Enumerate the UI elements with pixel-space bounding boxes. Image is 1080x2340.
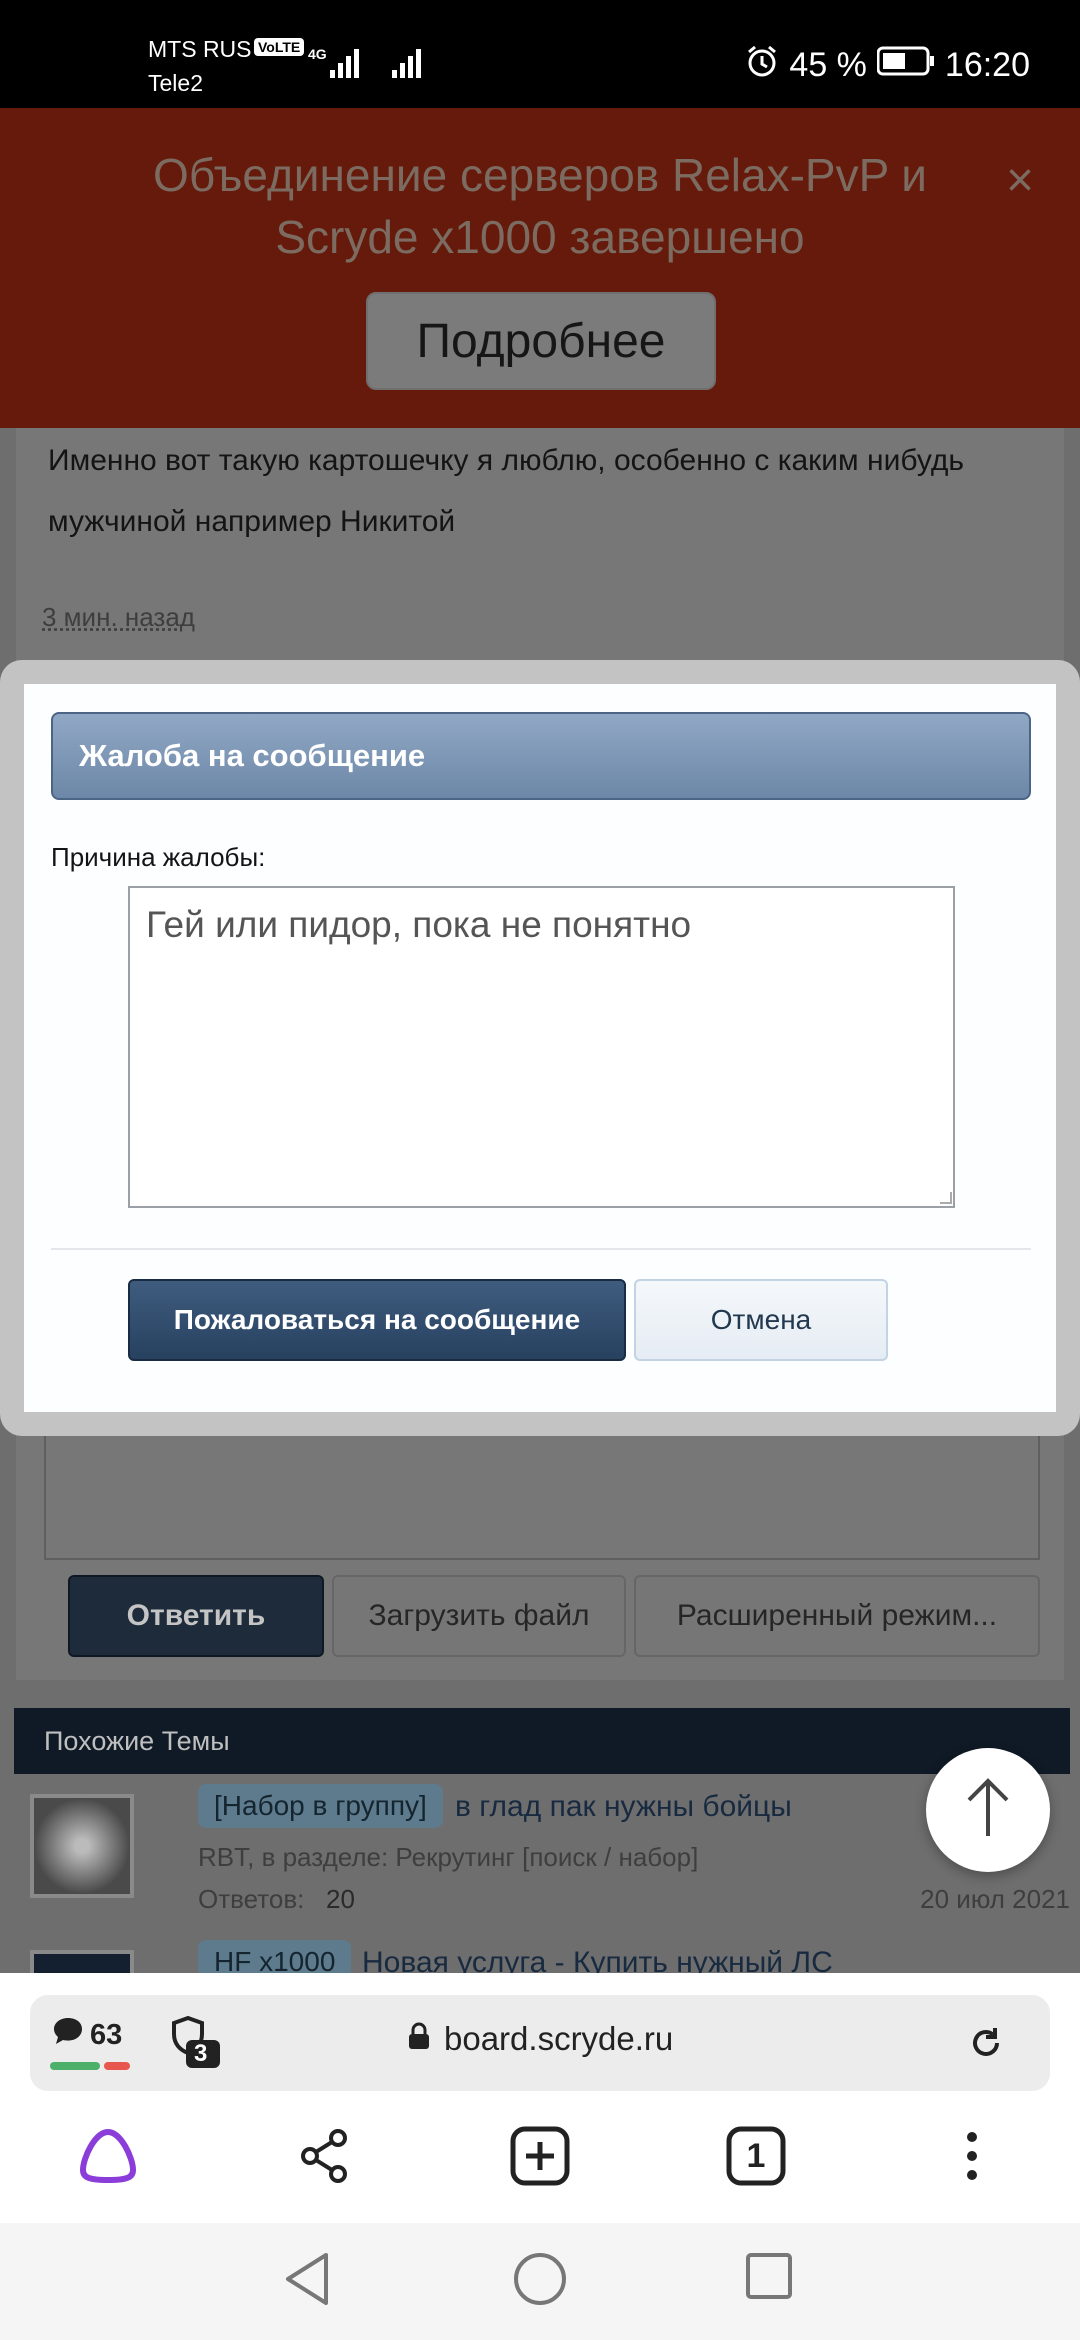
back-icon[interactable] <box>282 2251 332 2312</box>
dialog-divider <box>51 1248 1031 1250</box>
comments-count: 63 <box>90 2018 123 2051</box>
system-navigation <box>0 2223 1080 2340</box>
reply-button[interactable]: Ответить <box>68 1575 324 1657</box>
recents-icon[interactable] <box>744 2251 794 2306</box>
submit-report-button[interactable]: Пожаловаться на сообщение <box>128 1279 626 1361</box>
thread-replies: Ответов: 20 <box>198 1884 355 1915</box>
battery-icon <box>876 46 935 85</box>
arrow-up-icon <box>963 1777 1013 1843</box>
url-display[interactable]: board.scryde.ru <box>408 2020 673 2058</box>
rating-bar <box>50 2062 130 2070</box>
browser-nav: 1 <box>0 2120 1080 2200</box>
upload-file-button[interactable]: Загрузить файл <box>332 1575 626 1657</box>
thread-item[interactable]: HF x1000 Новая услуга - Купить нужный ЛС <box>14 1936 1070 1976</box>
reason-textarea[interactable]: Гей или пидор, пока не понятно <box>128 886 955 1208</box>
signal-icon-2 <box>392 46 426 85</box>
shield-count: 3 <box>194 2040 208 2067</box>
cancel-button[interactable]: Отмена <box>634 1279 888 1361</box>
menu-icon[interactable] <box>936 2120 1008 2192</box>
battery-percent: 45 % <box>789 46 867 84</box>
post-timestamp[interactable]: 3 мин. назад <box>42 602 195 633</box>
more-details-button[interactable]: Подробнее <box>366 292 716 390</box>
url-text: board.scryde.ru <box>444 2020 674 2057</box>
thread-tag[interactable]: HF x1000 <box>198 1940 352 1976</box>
status-bar: MTS RUS VoLTE 4G Tele2 45 % 16:20 <box>0 0 1080 108</box>
banner-text: Объединение серверов Relax-PvP и Scryde … <box>153 149 927 263</box>
replies-count: 20 <box>326 1884 355 1914</box>
thread-thumbnail <box>30 1794 134 1898</box>
thread-title[interactable]: Новая услуга - Купить нужный ЛС <box>362 1946 833 1976</box>
close-icon[interactable]: × <box>1006 153 1034 208</box>
similar-threads-header: Похожие Темы <box>14 1708 1070 1774</box>
chat-icon <box>52 2016 84 2054</box>
signal-icon <box>330 46 364 85</box>
share-icon[interactable] <box>288 2120 360 2192</box>
lock-icon <box>408 2020 430 2058</box>
tabs-icon[interactable]: 1 <box>720 2120 792 2192</box>
scroll-to-top-button[interactable] <box>926 1748 1050 1872</box>
post-message: Именно вот такую картошечку я люблю, осо… <box>48 444 964 538</box>
network-type: 4G <box>308 46 327 62</box>
volte-badge: VoLTE <box>254 38 305 56</box>
alice-icon[interactable] <box>72 2120 144 2192</box>
tabs-count: 1 <box>746 2136 766 2175</box>
carrier-name: MTS RUS <box>148 36 252 62</box>
thread-title[interactable]: в глад пак нужны бойцы <box>455 1790 792 1824</box>
resize-handle[interactable] <box>940 1192 952 1204</box>
protect-badge[interactable]: 3 <box>166 2014 222 2075</box>
comments-badge[interactable]: 63 <box>52 2016 122 2054</box>
carrier-name-2: Tele2 <box>148 70 203 96</box>
alarm-icon <box>745 44 779 87</box>
dialog-title: Жалоба на сообщение <box>51 712 1031 800</box>
thread-item[interactable]: [Набор в группу] в глад пак нужны бойцы … <box>14 1784 1070 1924</box>
reload-icon[interactable] <box>968 2025 1004 2066</box>
home-icon[interactable] <box>512 2251 568 2312</box>
new-tab-icon[interactable] <box>504 2120 576 2192</box>
replies-label: Ответов: <box>198 1884 305 1914</box>
advanced-mode-button[interactable]: Расширенный режим... <box>634 1575 1040 1657</box>
announcement-banner: Объединение серверов Relax-PvP и Scryde … <box>0 108 1080 428</box>
thread-date: 20 июл 2021 <box>920 1884 1070 1914</box>
thread-meta: RBT, в разделе: Рекрутинг [поиск / набор… <box>198 1842 699 1872</box>
clock: 16:20 <box>944 46 1030 84</box>
reason-label: Причина жалобы: <box>51 842 266 872</box>
thread-tag[interactable]: [Набор в группу] <box>198 1784 443 1828</box>
